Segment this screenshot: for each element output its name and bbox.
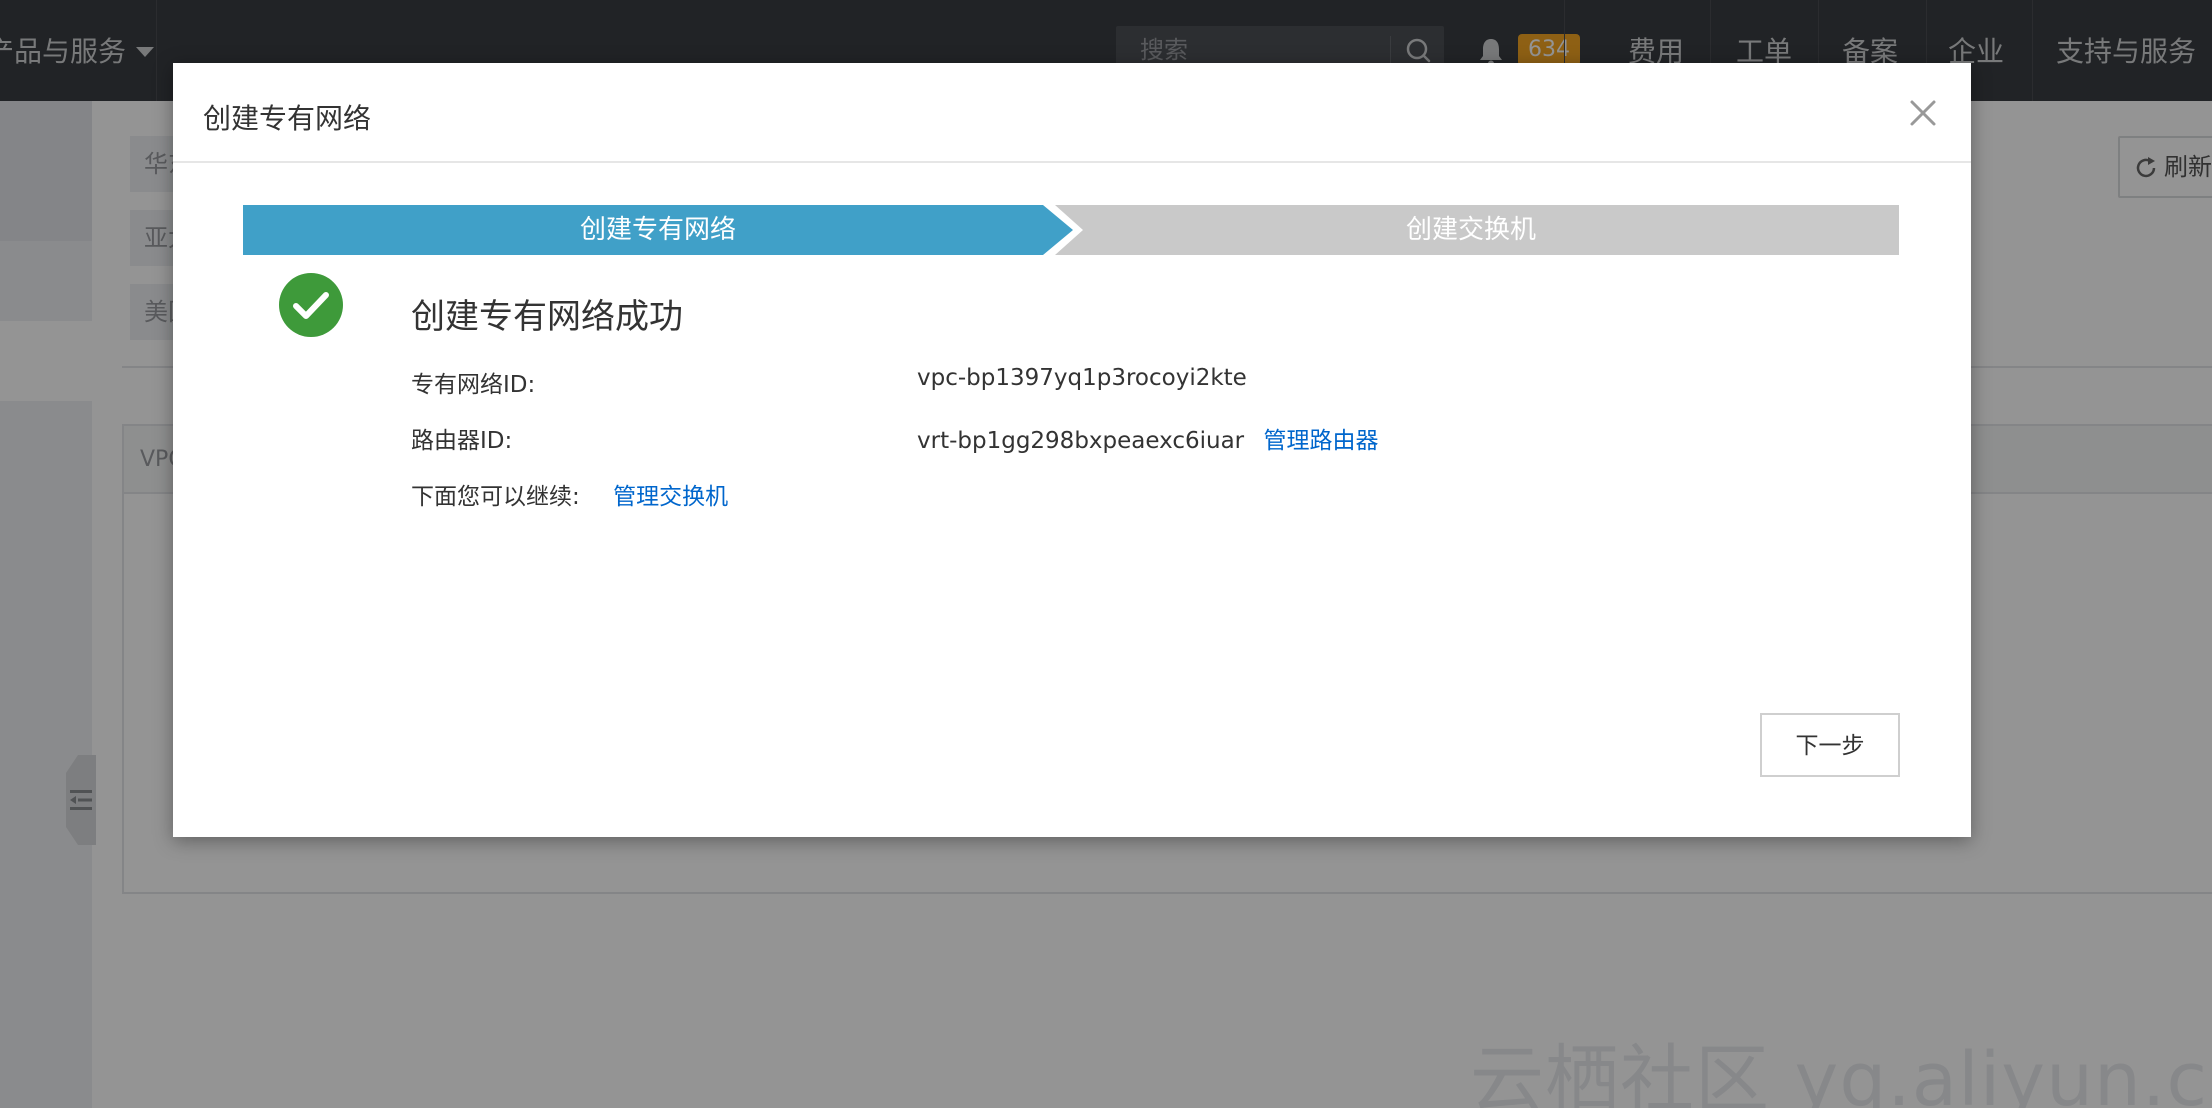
close-button[interactable]: [1903, 93, 1943, 133]
router-id-row: vrt-bp1gg298bxpeaexc6iuar 管理路由器: [917, 421, 1378, 455]
step-create-switch: 创建交换机: [1043, 205, 1899, 255]
vpc-id-label: 专有网络ID:: [411, 372, 536, 398]
router-id-value: vrt-bp1gg298bxpeaexc6iuar: [917, 428, 1245, 454]
step-label: 创建交换机: [1405, 215, 1536, 245]
wizard-steps: 创建交换机 创建专有网络: [243, 205, 1899, 255]
manage-switch-link[interactable]: 管理交换机: [613, 484, 728, 510]
close-icon: [1910, 100, 1936, 126]
next-step-button[interactable]: 下一步: [1760, 713, 1900, 777]
continue-label: 下面您可以继续:: [411, 484, 580, 510]
vpc-id-value: vpc-bp1397yq1p3rocoyi2kte: [917, 365, 1247, 391]
dialog-title: 创建专有网络: [203, 102, 372, 135]
router-id-label: 路由器ID:: [411, 428, 513, 454]
continue-row: 下面您可以继续: 管理交换机: [411, 477, 728, 511]
result-title: 创建专有网络成功: [411, 297, 683, 337]
manage-router-link[interactable]: 管理路由器: [1263, 428, 1378, 454]
step-create-vpc: 创建专有网络: [243, 205, 1073, 255]
dialog-header: 创建专有网络: [173, 63, 1971, 163]
step-label: 创建专有网络: [579, 215, 736, 245]
check-circle-icon: [279, 273, 343, 337]
create-vpc-dialog: 创建专有网络 创建交换机 创建专有网络 创建专有网络成功 专有网络ID: vpc…: [173, 63, 1971, 837]
console-page: 产品与服务 634 费用 工单 备案 企: [0, 0, 2212, 1108]
